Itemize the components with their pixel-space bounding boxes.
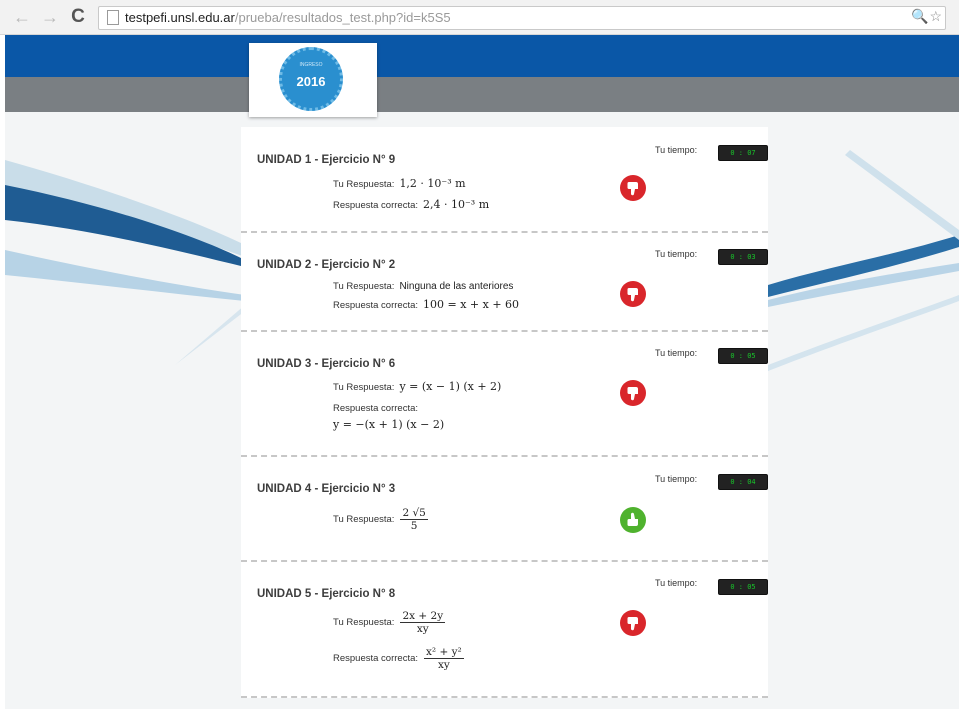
- correct-answer-label: Respuesta correcta:: [333, 403, 419, 414]
- your-answer-label: Tu Respuesta:: [333, 382, 395, 393]
- time-label: Tu tiempo:: [655, 578, 698, 588]
- correct-answer-fraction: x² + y² xy: [424, 646, 464, 671]
- time-label: Tu tiempo:: [655, 145, 698, 155]
- page-icon: [107, 10, 119, 25]
- time-label: Tu tiempo:: [655, 474, 698, 484]
- your-answer-row: Tu Respuesta: 1,2 · 10⁻³ m: [333, 177, 466, 190]
- your-answer-value: 1,2 · 10⁻³ m: [399, 177, 466, 190]
- reload-icon[interactable]: C: [68, 7, 88, 27]
- bookmark-star-icon[interactable]: ☆: [929, 8, 943, 24]
- thumbs-down-icon: [620, 610, 646, 636]
- result-card: UNIDAD 2 - Ejercicio N° 2 Tu tiempo: 0 :…: [241, 233, 768, 332]
- nav-band: [5, 77, 959, 112]
- browser-toolbar: ← → C testpefi.unsl.edu.ar/prueba/result…: [0, 0, 959, 35]
- forward-icon[interactable]: →: [40, 7, 60, 27]
- result-card: UNIDAD 4 - Ejercicio N° 3 Tu tiempo: 0 :…: [241, 457, 768, 562]
- thumbs-down-icon: [620, 380, 646, 406]
- fraction-numerator: 2x + 2y: [400, 610, 446, 623]
- correct-answer-value: 2,4 · 10⁻³ m: [423, 198, 490, 211]
- your-answer-label: Tu Respuesta:: [333, 617, 395, 629]
- correct-answer-label: Respuesta correcta:: [333, 300, 419, 311]
- back-icon[interactable]: ←: [12, 7, 32, 27]
- url-host: testpefi.unsl.edu.ar: [125, 10, 235, 25]
- your-answer-fraction: 2 √5 5: [400, 507, 428, 532]
- page-viewport: INGRESO 2016 UNIDAD 1 - Ejercicio N° 9 T…: [5, 35, 959, 709]
- header-band: [5, 35, 959, 77]
- time-display: 0 : 04: [718, 474, 768, 490]
- correct-answer-row: Respuesta correcta: 2,4 · 10⁻³ m: [333, 198, 489, 211]
- zoom-icon[interactable]: 🔍: [911, 8, 929, 24]
- correct-answer-label: Respuesta correcta:: [333, 653, 419, 665]
- correct-answer-row: Respuesta correcta: 100 = x + x + 60: [333, 298, 519, 311]
- thumbs-up-icon: [620, 507, 646, 533]
- time-display: 0 : 07: [718, 145, 768, 161]
- gear-logo-icon: INGRESO 2016: [279, 47, 343, 111]
- thumbs-down-icon: [620, 281, 646, 307]
- url-text[interactable]: testpefi.unsl.edu.ar/prueba/resultados_t…: [125, 10, 451, 25]
- exercise-title: UNIDAD 5 - Ejercicio N° 8: [257, 588, 396, 600]
- your-answer-row: Tu Respuesta: Ninguna de las anteriores: [333, 281, 513, 292]
- exercise-title: UNIDAD 4 - Ejercicio N° 3: [257, 483, 396, 495]
- fraction-numerator: x² + y²: [424, 646, 464, 659]
- logo-subtitle: INGRESO: [299, 62, 323, 68]
- result-card: UNIDAD 1 - Ejercicio N° 9 Tu tiempo: 0 :…: [241, 127, 768, 233]
- correct-answer-value: 100 = x + x + 60: [423, 298, 520, 311]
- fraction-denominator: 5: [410, 520, 418, 532]
- results-panel: UNIDAD 1 - Ejercicio N° 9 Tu tiempo: 0 :…: [241, 127, 768, 698]
- your-answer-value: Ninguna de las anteriores: [399, 281, 514, 292]
- your-answer-row: Tu Respuesta: 2 √5 5: [333, 507, 428, 532]
- exercise-title: UNIDAD 2 - Ejercicio N° 2: [257, 259, 396, 271]
- url-path: /prueba/resultados_test.php?id=k5S5: [234, 10, 451, 25]
- result-card: UNIDAD 5 - Ejercicio N° 8 Tu tiempo: 0 :…: [241, 562, 768, 698]
- correct-answer-value: y = −(x + 1) (x − 2): [333, 418, 445, 431]
- correct-answer-row: Respuesta correcta: x² + y² xy: [333, 646, 464, 671]
- logo-year: 2016: [296, 74, 326, 89]
- your-answer-row: Tu Respuesta: y = (x − 1) (x + 2): [333, 380, 501, 393]
- time-label: Tu tiempo:: [655, 249, 698, 259]
- thumbs-down-icon: [620, 175, 646, 201]
- result-card: UNIDAD 3 - Ejercicio N° 6 Tu tiempo: 0 :…: [241, 332, 768, 457]
- time-display: 0 : 05: [718, 579, 768, 595]
- address-bar[interactable]: testpefi.unsl.edu.ar/prueba/resultados_t…: [98, 6, 946, 30]
- time-display: 0 : 05: [718, 348, 768, 364]
- your-answer-value: y = (x − 1) (x + 2): [399, 380, 502, 393]
- correct-answer-value-row: y = −(x + 1) (x − 2): [333, 418, 444, 431]
- exercise-title: UNIDAD 1 - Ejercicio N° 9: [257, 154, 396, 166]
- your-answer-row: Tu Respuesta: 2x + 2y xy: [333, 610, 446, 635]
- fraction-numerator: 2 √5: [400, 507, 428, 520]
- correct-answer-label: Respuesta correcta:: [333, 200, 419, 211]
- your-answer-fraction: 2x + 2y xy: [400, 610, 446, 635]
- your-answer-label: Tu Respuesta:: [333, 514, 395, 526]
- exercise-title: UNIDAD 3 - Ejercicio N° 6: [257, 358, 396, 370]
- fraction-denominator: xy: [437, 659, 450, 671]
- your-answer-label: Tu Respuesta:: [333, 281, 395, 292]
- time-label: Tu tiempo:: [655, 348, 698, 358]
- time-display: 0 : 03: [718, 249, 768, 265]
- site-logo[interactable]: INGRESO 2016: [249, 43, 377, 117]
- your-answer-label: Tu Respuesta:: [333, 179, 395, 190]
- fraction-denominator: xy: [416, 623, 429, 635]
